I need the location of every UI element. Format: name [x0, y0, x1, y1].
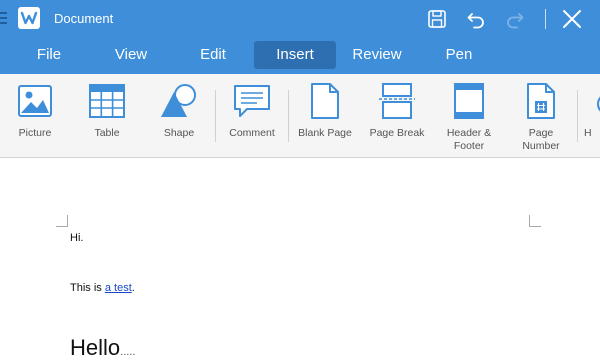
heading-hello: Hello..... — [70, 335, 135, 360]
paragraph-test: This is a test. — [70, 282, 135, 294]
heading-trailing-dots: ..... — [120, 346, 136, 358]
insert-blank-page-button[interactable]: Blank Page — [292, 74, 358, 158]
menu-handle-icon[interactable] — [0, 0, 8, 38]
undo-button[interactable] — [462, 5, 490, 33]
tab-insert[interactable]: Insert — [254, 41, 336, 69]
toolbar-divider — [545, 9, 546, 29]
comment-label: Comment — [229, 127, 275, 139]
title-bar: Document — [0, 0, 600, 38]
header-footer-icon — [454, 83, 484, 119]
tab-pen[interactable]: Pen — [420, 41, 498, 69]
insert-table-button[interactable]: Table — [75, 74, 139, 158]
redo-button[interactable] — [501, 5, 529, 33]
menu-bar: File View Edit Insert Review Pen — [0, 38, 600, 74]
redo-icon — [507, 13, 524, 29]
comment-icon — [234, 85, 270, 117]
blank-page-icon — [311, 83, 339, 119]
ribbon-divider — [215, 90, 216, 142]
insert-page-break-button[interactable]: Page Break — [364, 74, 430, 158]
shape-icon — [161, 84, 196, 117]
paragraph-hi: Hi. — [70, 232, 84, 244]
blank-page-label: Blank Page — [298, 127, 352, 139]
hyperlink-icon — [597, 96, 600, 112]
picture-icon — [18, 85, 52, 117]
insert-page-number-button[interactable]: Page Number — [508, 74, 574, 158]
insert-header-footer-button[interactable]: Header & Footer — [436, 74, 502, 158]
shape-label: Shape — [163, 127, 195, 139]
insert-shape-button[interactable]: Shape — [147, 74, 211, 158]
save-icon — [428, 10, 446, 28]
page-number-label: Page Number — [522, 127, 560, 152]
tab-review[interactable]: Review — [338, 41, 416, 69]
table-icon — [89, 84, 125, 118]
app-logo — [18, 7, 40, 29]
header-footer-label: Header & Footer — [446, 127, 492, 152]
page-break-icon — [379, 83, 415, 119]
close-icon — [563, 10, 581, 28]
app-logo-icon — [20, 11, 38, 25]
paragraph-end: . — [131, 282, 135, 294]
undo-icon — [467, 13, 484, 29]
margin-corner-top-left — [56, 215, 68, 227]
insert-picture-button[interactable]: Picture — [3, 74, 67, 158]
margin-corner-top-right — [529, 215, 541, 227]
tab-file[interactable]: File — [10, 41, 88, 69]
page-break-label: Page Break — [369, 127, 425, 139]
document-canvas[interactable]: Hi. This is a test. Hello..... — [0, 159, 600, 360]
picture-label: Picture — [18, 127, 52, 139]
insert-comment-button[interactable]: Comment — [220, 74, 284, 158]
heading-text: Hello — [70, 335, 121, 360]
insert-ribbon: Picture Table Shape Comment Blank Page P… — [0, 74, 600, 158]
tab-view[interactable]: View — [92, 41, 170, 69]
tab-edit[interactable]: Edit — [174, 41, 252, 69]
hyperlink[interactable]: a test — [105, 282, 132, 294]
save-button[interactable] — [423, 5, 451, 33]
page-number-icon — [527, 83, 555, 119]
insert-hyperlink-button[interactable]: H — [582, 74, 600, 158]
close-button[interactable] — [558, 5, 586, 33]
ribbon-divider — [577, 90, 578, 142]
document-title: Document — [54, 11, 114, 26]
hyperlink-label: H — [584, 127, 592, 139]
paragraph-text: This is — [70, 282, 105, 294]
ribbon-divider — [288, 90, 289, 142]
table-label: Table — [94, 127, 120, 139]
